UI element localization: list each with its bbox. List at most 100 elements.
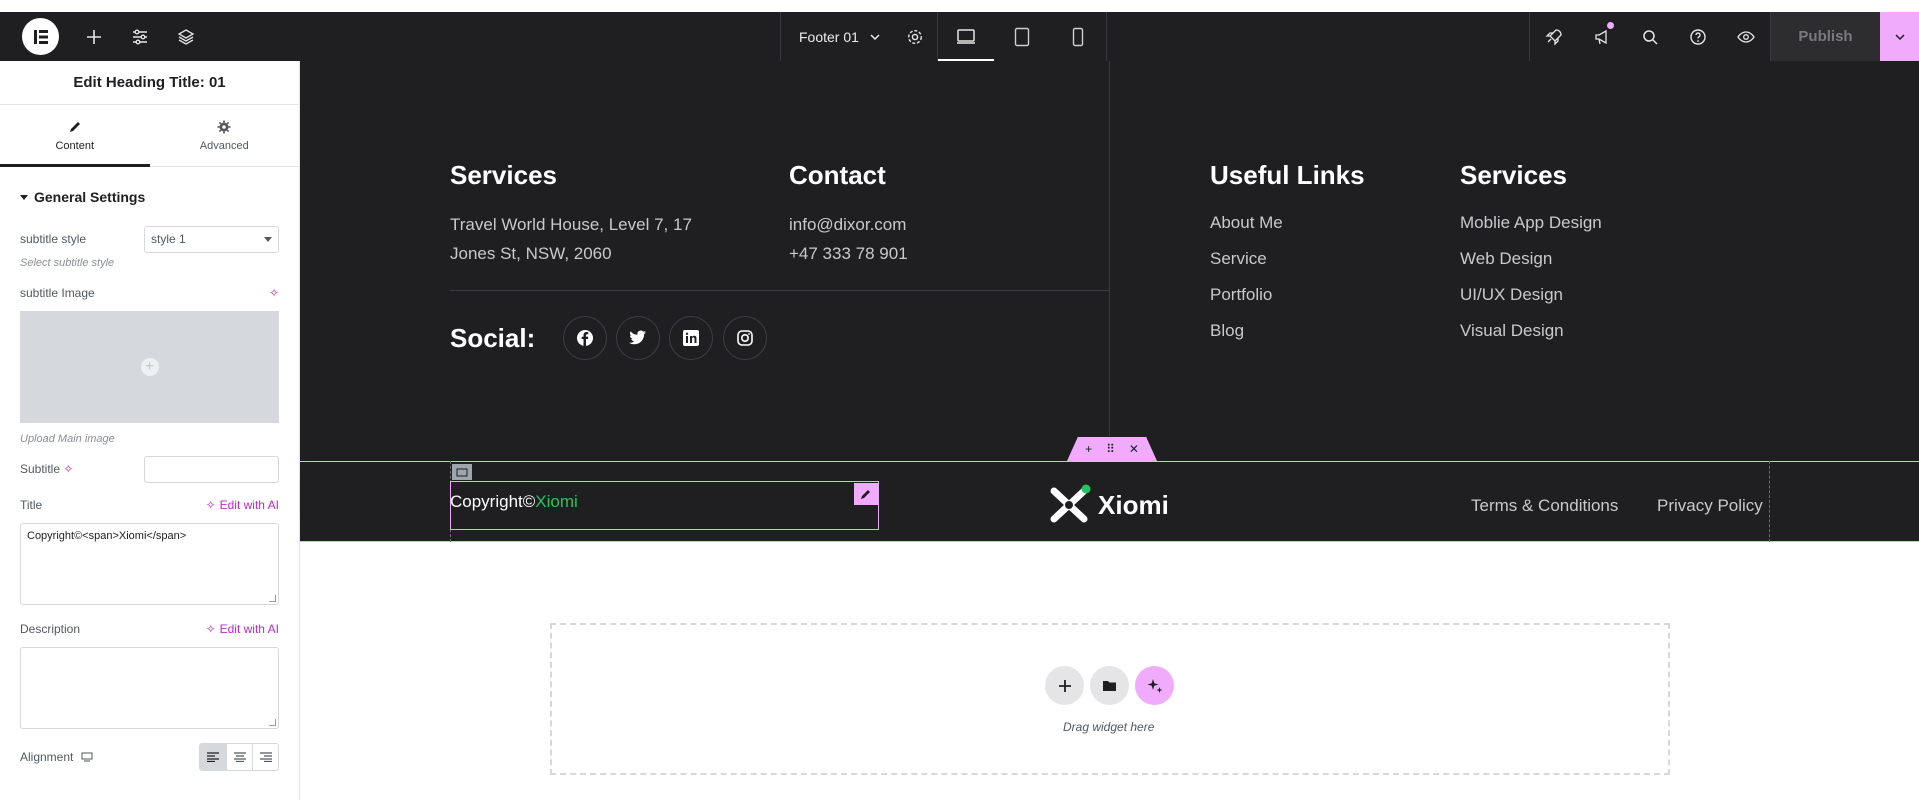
add-section-plus-icon[interactable]: + bbox=[1085, 442, 1092, 456]
publish-button[interactable]: Publish bbox=[1770, 12, 1880, 61]
address-line-1: Travel World House, Level 7, 17 bbox=[450, 215, 692, 234]
template-library-folder-icon[interactable] bbox=[1090, 666, 1129, 705]
section-title: General Settings bbox=[34, 189, 146, 205]
top-bar-center: Footer 01 bbox=[780, 12, 1107, 61]
terms-link[interactable]: Terms & Conditions bbox=[1471, 496, 1618, 516]
add-element-icon[interactable] bbox=[71, 12, 117, 61]
top-bar-left bbox=[0, 12, 209, 61]
copyright-prefix: Copyright© bbox=[450, 492, 536, 511]
align-center-icon[interactable] bbox=[226, 744, 252, 770]
link-visual-design[interactable]: Visual Design bbox=[1460, 321, 1564, 341]
help-icon[interactable] bbox=[1674, 12, 1722, 61]
title-textarea[interactable]: Copyright©<span>Xiomi</span> bbox=[20, 523, 279, 605]
top-bar: Footer 01 Publish bbox=[0, 12, 1919, 61]
search-icon[interactable] bbox=[1626, 12, 1674, 61]
edit-widget-pencil-icon[interactable] bbox=[854, 483, 878, 505]
responsive-desktop-icon[interactable] bbox=[81, 752, 93, 762]
subtitle-style-hint: Select subtitle style bbox=[20, 257, 115, 269]
tablet-view-icon[interactable] bbox=[994, 12, 1050, 61]
subtitle-style-label: subtitle style bbox=[20, 232, 87, 246]
alignment-buttons bbox=[199, 743, 279, 771]
tab-advanced[interactable]: Advanced bbox=[150, 105, 300, 166]
ai-sparkle-icon[interactable] bbox=[1135, 666, 1174, 705]
title-edit-with-ai-button[interactable]: ✧ Edit with AI bbox=[206, 498, 279, 512]
structure-layers-icon[interactable] bbox=[163, 12, 209, 61]
publish-options-chevron-icon[interactable] bbox=[1880, 12, 1919, 61]
subtitle-label: Subtitle bbox=[20, 462, 61, 476]
copyright-brand: Xiomi bbox=[535, 492, 578, 511]
pencil-icon bbox=[69, 121, 80, 132]
caret-down-icon bbox=[20, 195, 28, 200]
subtitle-image-label: subtitle Image bbox=[20, 286, 95, 300]
xiomi-logo[interactable]: Xiomi bbox=[1048, 483, 1169, 527]
subtitle-style-control: subtitle style style 1 bbox=[0, 225, 299, 253]
linkedin-icon[interactable] bbox=[669, 316, 713, 360]
site-settings-icon[interactable] bbox=[117, 12, 163, 61]
desktop-view-icon[interactable] bbox=[937, 12, 994, 61]
document-name: Footer 01 bbox=[799, 28, 859, 45]
delete-section-close-icon[interactable]: ✕ bbox=[1129, 442, 1139, 456]
page-settings-gear-icon[interactable] bbox=[893, 12, 937, 61]
link-web-design[interactable]: Web Design bbox=[1460, 249, 1552, 269]
description-textarea[interactable] bbox=[20, 647, 279, 729]
align-right-icon[interactable] bbox=[252, 744, 278, 770]
top-bar-right: Publish bbox=[1529, 12, 1919, 61]
edit-with-ai-label: Edit with AI bbox=[219, 622, 279, 636]
contact-email[interactable]: info@dixor.com bbox=[789, 210, 906, 239]
copyright-text[interactable]: Copyright©Xiomi bbox=[450, 492, 578, 512]
facebook-icon[interactable] bbox=[563, 316, 607, 360]
alignment-control: Alignment bbox=[0, 743, 299, 771]
link-blog[interactable]: Blog bbox=[1210, 321, 1244, 341]
caret-down-icon bbox=[264, 237, 272, 242]
notifications-megaphone-icon[interactable] bbox=[1578, 12, 1626, 61]
ai-sparkle-icon[interactable]: ✧ bbox=[63, 462, 73, 476]
contact-heading: Contact bbox=[789, 160, 886, 190]
logo-text: Xiomi bbox=[1098, 489, 1169, 520]
contact-phone[interactable]: +47 333 78 901 bbox=[789, 239, 908, 268]
subtitle-input[interactable] bbox=[144, 455, 279, 483]
ai-sparkle-icon: ✧ bbox=[205, 622, 216, 636]
mobile-view-icon[interactable] bbox=[1050, 12, 1106, 61]
panel-title: Edit Heading Title: 01 bbox=[0, 61, 299, 105]
panel-tabs: Content Advanced bbox=[0, 105, 299, 167]
preview-eye-icon[interactable] bbox=[1722, 12, 1770, 61]
link-about-me[interactable]: About Me bbox=[1210, 213, 1283, 233]
link-service[interactable]: Service bbox=[1210, 249, 1267, 269]
address-line-2: Jones St, NSW, 2060 bbox=[450, 244, 612, 263]
subtitle-control: Subtitle ✧ bbox=[0, 455, 299, 483]
editor-panel: Edit Heading Title: 01 Content Advanced … bbox=[0, 61, 300, 800]
alignment-label: Alignment bbox=[20, 750, 74, 764]
title-label: Title bbox=[20, 498, 43, 512]
useful-links-heading: Useful Links bbox=[1210, 160, 1365, 190]
drop-zone-label: Drag widget here bbox=[1063, 720, 1155, 734]
document-switcher[interactable]: Footer 01 bbox=[781, 12, 893, 61]
column-handle-icon[interactable] bbox=[452, 464, 472, 480]
chevron-down-icon bbox=[870, 33, 880, 40]
ai-sparkle-icon[interactable]: ✧ bbox=[269, 286, 279, 300]
elementor-logo-icon[interactable] bbox=[22, 18, 59, 55]
section-general-settings[interactable]: General Settings bbox=[0, 175, 299, 219]
add-image-plus-icon[interactable]: + bbox=[140, 358, 159, 376]
subtitle-image-control: subtitle Image ✧ bbox=[0, 279, 299, 307]
services-heading-2: Services bbox=[1460, 160, 1567, 190]
add-new-section-plus-icon[interactable] bbox=[1045, 666, 1084, 705]
divider bbox=[1109, 61, 1110, 436]
instagram-icon[interactable] bbox=[723, 316, 767, 360]
link-ui-ux-design[interactable]: UI/UX Design bbox=[1460, 285, 1563, 305]
tab-content[interactable]: Content bbox=[0, 105, 150, 167]
divider bbox=[450, 290, 1109, 291]
description-edit-with-ai-button[interactable]: ✧ Edit with AI bbox=[206, 622, 279, 636]
twitter-icon[interactable] bbox=[616, 316, 660, 360]
link-portfolio[interactable]: Portfolio bbox=[1210, 285, 1272, 305]
alignment-label-wrap: Alignment bbox=[20, 750, 93, 764]
upload-hint: Upload Main image bbox=[20, 433, 115, 445]
link-mobile-app-design[interactable]: Moblie App Design bbox=[1460, 213, 1602, 233]
align-left-icon[interactable] bbox=[200, 744, 226, 770]
tab-advanced-label: Advanced bbox=[199, 139, 249, 152]
image-upload-area[interactable]: + bbox=[20, 311, 279, 423]
subtitle-style-select[interactable]: style 1 bbox=[144, 225, 279, 253]
drag-section-grip-icon[interactable]: ⠿ bbox=[1106, 442, 1115, 456]
social-label: Social: bbox=[450, 323, 536, 353]
rocket-icon[interactable] bbox=[1530, 12, 1578, 61]
privacy-link[interactable]: Privacy Policy bbox=[1657, 496, 1763, 516]
